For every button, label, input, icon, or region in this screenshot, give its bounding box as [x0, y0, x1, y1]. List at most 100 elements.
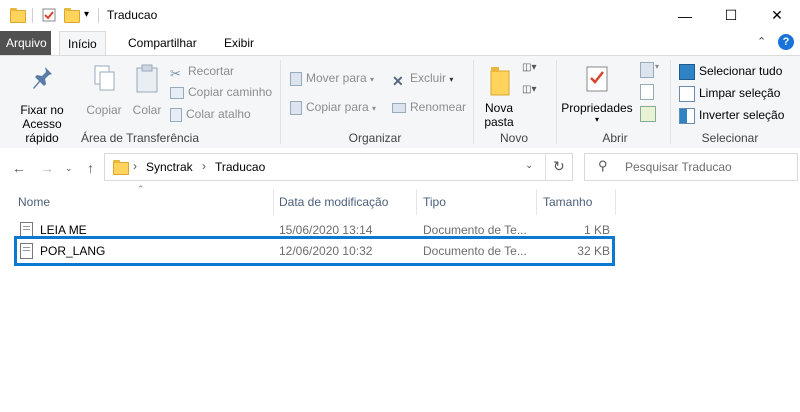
tab-arquivo[interactable]: Arquivo [0, 31, 51, 55]
paste-shortcut-button[interactable]: Colar atalho [170, 105, 251, 123]
select-all-button[interactable]: Selecionar tudo [679, 62, 782, 80]
copy-button[interactable]: Copiar [84, 64, 124, 117]
rename-button[interactable]: Renomear [392, 98, 466, 116]
divider [98, 8, 99, 23]
search-box[interactable]: ⚲ Pesquisar Traducao [584, 153, 798, 181]
new-folder-quick-icon[interactable] [63, 7, 80, 23]
new-item-icon[interactable]: ◫▾ [522, 62, 536, 73]
paste-button[interactable]: Colar [128, 64, 166, 117]
pin-icon [33, 67, 52, 89]
invert-selection-button[interactable]: Inverter seleção [679, 106, 784, 124]
copy-path-label: Copiar caminho [188, 85, 273, 99]
help-icon[interactable]: ? [778, 34, 794, 50]
properties-button[interactable]: Propriedades ▾ [560, 64, 634, 124]
delete-button[interactable]: ✕ Excluir ▾ [392, 69, 453, 89]
copy-label: Copiar [86, 103, 122, 117]
divider [32, 8, 33, 23]
breadcrumb-separator-icon: › [133, 159, 137, 173]
search-icon: ⚲ [598, 158, 608, 173]
pin-label-1: Fixar no [20, 103, 64, 117]
select-none-icon [679, 85, 695, 102]
cut-label: Recortar [188, 64, 235, 78]
folder-icon [9, 7, 26, 23]
paste-shortcut-label: Colar atalho [186, 107, 251, 121]
history-icon[interactable] [640, 106, 656, 122]
breadcrumb-synctrak[interactable]: Synctrak [146, 160, 193, 174]
address-bar[interactable]: › Synctrak › Traducao ⌄ ↻ [104, 153, 573, 181]
new-folder-label-1: Nova [484, 101, 513, 115]
easy-access-icon[interactable]: ◫▾ [522, 84, 536, 95]
new-folder-icon [490, 67, 510, 96]
clipboard-icon [136, 64, 158, 93]
select-all-label: Selecionar tudo [699, 64, 783, 78]
column-divider[interactable] [615, 189, 616, 215]
refresh-icon[interactable]: ↻ [553, 158, 565, 175]
window-title: Traducao [107, 8, 158, 22]
ribbon-tabs: Arquivo Início Compartilhar Exibir ⌃ ? [0, 31, 800, 56]
group-clipboard-label: Área de Transferência [80, 131, 200, 145]
copy-icon [94, 65, 115, 91]
delete-label: Excluir [410, 71, 447, 85]
copy-path-button[interactable]: Copiar caminho [170, 83, 272, 101]
column-header-name[interactable]: Nome [12, 189, 276, 215]
group-organize-label: Organizar [348, 131, 402, 145]
copy-to-label: Copiar para [306, 100, 369, 114]
group-divider [473, 60, 474, 144]
cut-button[interactable]: ✂ Recortar [170, 62, 235, 81]
folder-icon [112, 159, 129, 175]
tab-compartilhar[interactable]: Compartilhar [120, 31, 205, 55]
pin-label-2: Acesso rápido [22, 117, 62, 145]
maximize-button[interactable]: ☐ [708, 0, 754, 31]
divider [545, 154, 546, 180]
column-header-type[interactable]: Tipo [417, 189, 535, 215]
group-divider [280, 60, 281, 144]
copy-path-icon [170, 86, 184, 99]
invert-selection-label: Inverter seleção [699, 108, 785, 122]
group-open-label: Abrir [602, 131, 628, 145]
ribbon: Fixar no Acesso rápido Copiar Colar ✂ Rec… [0, 55, 800, 149]
new-folder-label-2: pasta [484, 115, 514, 129]
back-arrow-icon[interactable]: ← [12, 160, 26, 176]
copy-to-button[interactable]: Copiar para ▾ [290, 98, 376, 116]
rename-icon [392, 102, 406, 113]
tab-inicio[interactable]: Início [59, 31, 106, 56]
title-bar: ▾ Traducao — ☐ ✕ [0, 0, 800, 31]
delete-x-icon: ✕ [392, 72, 404, 89]
breadcrumb-separator-icon: › [202, 159, 206, 173]
collapse-ribbon-icon[interactable]: ⌃ [757, 35, 766, 48]
new-folder-button[interactable]: Nova pasta [480, 64, 518, 129]
paste-shortcut-icon [170, 107, 182, 122]
move-to-icon [290, 71, 302, 86]
edit-icon[interactable] [640, 84, 654, 100]
group-divider [670, 60, 671, 144]
forward-arrow-icon[interactable]: → [40, 160, 54, 176]
group-divider [556, 60, 557, 144]
minimize-button[interactable]: — [662, 0, 708, 31]
column-header-date[interactable]: Data de modificação [273, 189, 415, 215]
breadcrumb-traducao[interactable]: Traducao [215, 160, 265, 174]
move-to-button[interactable]: Mover para ▾ [290, 69, 374, 87]
up-arrow-icon[interactable]: ↑ [87, 160, 94, 176]
tab-exibir[interactable]: Exibir [216, 31, 262, 55]
search-input[interactable]: Pesquisar Traducao [625, 160, 732, 174]
properties-icon [586, 66, 608, 92]
pin-quick-access-button[interactable]: Fixar no Acesso rápido [4, 64, 80, 145]
selection-highlight [14, 236, 615, 266]
recent-locations-icon[interactable]: ⌄ [65, 163, 73, 174]
select-none-button[interactable]: Limpar seleção [679, 84, 780, 102]
group-select-label: Selecionar [701, 131, 759, 145]
copy-to-icon [290, 100, 302, 115]
rename-label: Renomear [410, 100, 467, 114]
scissors-icon: ✂ [170, 65, 181, 81]
properties-label: Propriedades [561, 101, 633, 115]
properties-quick-icon[interactable] [41, 7, 57, 23]
close-button[interactable]: ✕ [754, 0, 800, 31]
paste-label: Colar [132, 103, 162, 117]
open-icon[interactable] [640, 62, 654, 78]
open-dropdown-icon[interactable]: ▾ [655, 62, 659, 71]
invert-selection-icon [679, 107, 695, 124]
select-all-icon [679, 63, 695, 80]
move-to-label: Mover para [306, 71, 367, 85]
address-dropdown-icon[interactable]: ⌄ [525, 160, 533, 171]
column-header-size[interactable]: Tamanho [537, 189, 615, 215]
